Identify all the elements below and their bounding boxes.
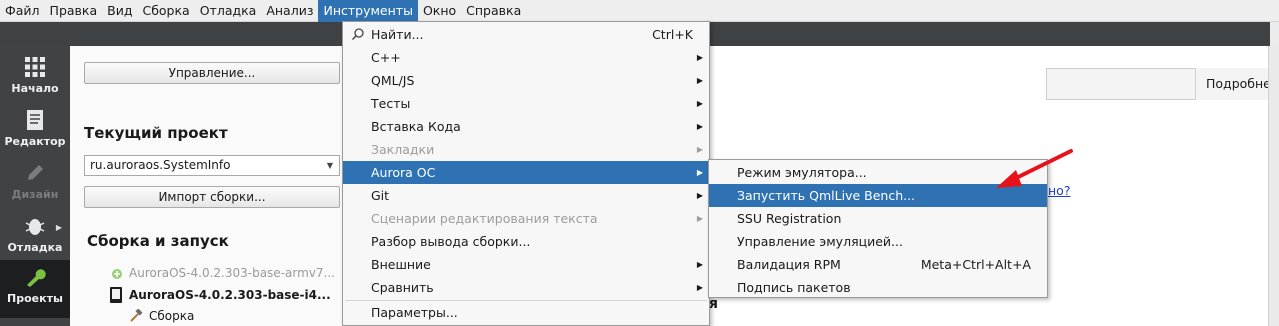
submenu-arrow-icon: ▶: [696, 283, 703, 292]
menu-item-rpm-validation[interactable]: Валидация RPM Meta+Ctrl+Alt+A: [709, 253, 1047, 276]
submenu-arrow-icon: ▶: [696, 145, 703, 154]
menu-item-options-label: Параметры...: [371, 305, 458, 320]
menu-item-emulation-control-label: Управление эмуляцией...: [737, 234, 903, 249]
project-selector-value: ru.auroraos.SystemInfo: [90, 158, 231, 172]
vertical-scrollbar[interactable]: [1268, 46, 1279, 326]
submenu-arrow-icon: ▶: [696, 214, 703, 223]
menu-item-git-label: Git: [371, 188, 390, 203]
submenu-arrow-icon: ▶: [696, 53, 703, 62]
device-icon: [110, 287, 122, 303]
menu-item-emulation-control[interactable]: Управление эмуляцией...: [709, 230, 1047, 253]
tools-menu: Найти... Ctrl+K C++ ▶ QML/JS ▶ Тесты ▶ Вста…: [342, 21, 710, 326]
mode-projects-label: Проекты: [7, 292, 63, 305]
menu-item-rpm-validation-label: Валидация RPM: [737, 257, 841, 272]
menu-bar: Файл Правка Вид Сборка Отладка Анализ Ин…: [0, 0, 1279, 22]
bug-icon: [25, 219, 45, 235]
pencil-icon: [28, 165, 43, 180]
grid-icon: [25, 57, 45, 77]
menu-item-qmljs-label: QML/JS: [371, 73, 415, 88]
current-project-heading: Текущий проект: [84, 124, 228, 142]
shortcut-find: Ctrl+K: [652, 27, 693, 42]
menu-item-ssu-registration-label: SSU Registration: [737, 211, 842, 226]
menu-item-sign-packages-label: Подпись пакетов: [737, 280, 851, 295]
submenu-arrow-icon: ▶: [696, 76, 703, 85]
menu-item-bookmarks[interactable]: Закладки ▶: [343, 138, 709, 161]
details-tab[interactable]: Подробне: [1195, 68, 1279, 100]
chevron-down-icon: ▼: [326, 161, 333, 170]
menu-item-cpp-label: C++: [371, 50, 401, 65]
menu-item-options[interactable]: Параметры...: [343, 301, 709, 324]
document-icon: [27, 110, 43, 130]
menu-item-sign-packages[interactable]: Подпись пакетов: [709, 276, 1047, 299]
search-icon: [351, 28, 364, 41]
mode-selector-bar: Начало Редактор Дизайн Отладка ▶ Проекты: [0, 46, 70, 326]
menu-item-tests[interactable]: Тесты ▶: [343, 92, 709, 115]
kit-build-step[interactable]: Сборка: [149, 309, 194, 323]
toolbar-strip-end: [1270, 22, 1279, 46]
menu-help[interactable]: Справка: [461, 0, 526, 22]
menu-item-snippets-label: Вставка Кода: [371, 119, 461, 134]
submenu-arrow-icon: ▶: [696, 191, 703, 200]
menu-item-bookmarks-label: Закладки: [371, 142, 435, 157]
menu-item-aurora-os[interactable]: Aurora OC ▶: [343, 161, 709, 184]
menu-item-find-label: Найти...: [371, 27, 424, 42]
menu-item-ssu-registration[interactable]: SSU Registration: [709, 207, 1047, 230]
mode-design-label: Дизайн: [11, 188, 59, 201]
menu-item-run-qmllive-bench-label: Запустить QmlLive Bench...: [737, 188, 916, 203]
menu-item-aurora-os-label: Aurora OC: [371, 165, 436, 180]
menu-edit[interactable]: Правка: [45, 0, 103, 22]
menu-item-find[interactable]: Найти... Ctrl+K: [343, 23, 709, 46]
project-selector[interactable]: ru.auroraos.SystemInfo ▼: [84, 155, 340, 176]
submenu-arrow-icon: ▶: [696, 260, 703, 269]
menu-item-diff[interactable]: Сравнить ▶: [343, 276, 709, 299]
menu-item-text-editing-macros-label: Сценарии редактирования текста: [371, 211, 598, 226]
menu-tools[interactable]: Инструменты: [318, 0, 418, 22]
menu-item-tests-label: Тесты: [371, 96, 411, 111]
menu-item-cpp[interactable]: C++ ▶: [343, 46, 709, 69]
mode-debug[interactable]: Отладка ▶: [0, 209, 70, 262]
kit-item-i486[interactable]: AuroraOS-4.0.2.303-base-i4...: [129, 288, 331, 302]
import-build-button[interactable]: Импорт сборки...: [84, 186, 340, 208]
mode-projects[interactable]: Проекты: [0, 260, 70, 318]
hammer-icon: [130, 309, 143, 322]
menu-item-text-editing-macros[interactable]: Сценарии редактирования текста ▶: [343, 207, 709, 230]
mode-debug-label: Отладка: [7, 241, 63, 254]
submenu-arrow-icon: ▶: [696, 122, 703, 131]
mode-welcome[interactable]: Начало: [0, 50, 70, 103]
menu-item-qmljs[interactable]: QML/JS ▶: [343, 69, 709, 92]
add-kit-icon: [112, 269, 122, 279]
annotation-arrow-icon: [996, 149, 1073, 188]
build-run-heading: Сборка и запуск: [87, 232, 229, 250]
submenu-arrow-icon: ▶: [696, 168, 703, 177]
mode-design[interactable]: Дизайн: [0, 156, 70, 209]
shortcut-rpm-validation: Meta+Ctrl+Alt+A: [920, 257, 1031, 272]
menu-view[interactable]: Вид: [102, 0, 137, 22]
menu-build[interactable]: Сборка: [137, 0, 194, 22]
menu-analyze[interactable]: Анализ: [261, 0, 318, 22]
mode-welcome-label: Начало: [11, 82, 59, 95]
menu-item-emulator-mode-label: Режим эмулятора...: [737, 165, 867, 180]
kit-item-armv7[interactable]: AuroraOS-4.0.2.303-base-armv7...: [129, 266, 335, 280]
submenu-arrow-icon: ▶: [696, 99, 703, 108]
mode-editor-label: Редактор: [4, 135, 66, 148]
menu-window[interactable]: Окно: [418, 0, 461, 22]
menu-item-git[interactable]: Git ▶: [343, 184, 709, 207]
expand-arrow-icon: ▶: [55, 223, 62, 232]
wrench-icon: [27, 269, 46, 287]
menu-item-parse-build-output[interactable]: Разбор вывода сборки...: [343, 230, 709, 253]
mode-editor[interactable]: Редактор: [0, 103, 70, 156]
menu-item-diff-label: Сравнить: [371, 280, 434, 295]
menu-item-external-label: Внешние: [371, 257, 431, 272]
menu-file[interactable]: Файл: [0, 0, 45, 22]
menu-item-parse-build-output-label: Разбор вывода сборки...: [371, 234, 531, 249]
menu-debug[interactable]: Отладка: [195, 0, 262, 22]
menu-item-snippets[interactable]: Вставка Кода ▶: [343, 115, 709, 138]
menu-item-external[interactable]: Внешние ▶: [343, 253, 709, 276]
manage-button[interactable]: Управление...: [84, 62, 340, 84]
